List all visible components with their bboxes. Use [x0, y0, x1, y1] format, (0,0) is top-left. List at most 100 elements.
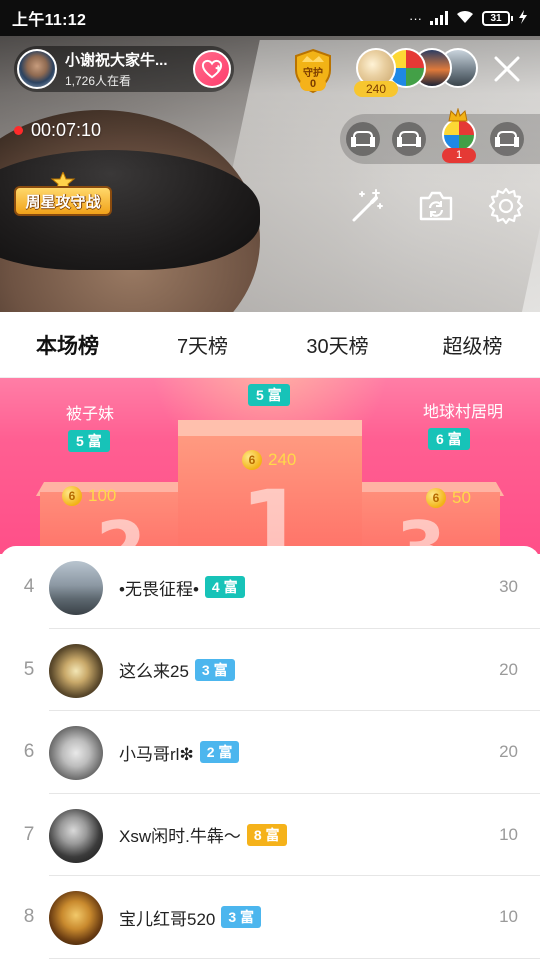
live-timer: 00:07:10 [14, 120, 101, 141]
list-score: 20 [499, 659, 518, 679]
magic-wand-icon [352, 189, 383, 222]
gear-icon [488, 187, 524, 225]
sofa-icon [351, 131, 375, 147]
recording-dot-icon [14, 126, 23, 135]
settings-button[interactable] [486, 186, 526, 226]
list-rank: 7 [23, 823, 35, 845]
beauty-button[interactable] [346, 186, 386, 226]
avatar[interactable] [49, 643, 103, 698]
list-user: 小马哥rl❇ 2 富 [119, 711, 240, 793]
divider [49, 957, 540, 959]
podium-third-score: 6 50 [426, 488, 471, 508]
rich-level-badge: 4 富 [204, 576, 245, 598]
rich-level-badge: 3 富 [221, 906, 262, 928]
charging-icon [518, 9, 528, 27]
list-user-name: 小马哥rl❇ [119, 744, 194, 764]
wifi-icon [456, 10, 474, 27]
coin-icon: 6 [62, 486, 82, 506]
list-score: 20 [499, 742, 518, 761]
avatar[interactable] [49, 891, 103, 945]
list-rank: 4 [23, 576, 35, 597]
close-icon [494, 56, 520, 82]
seat-slot-2[interactable] [392, 122, 426, 156]
weekly-star-badge[interactable]: 周星攻守战 [14, 172, 112, 220]
podium-third-rich-level: 6 富 [428, 428, 470, 450]
status-bar: 上午11:12 ··· 31 [0, 0, 540, 36]
viewer-count: 1,726人在看 [65, 74, 132, 88]
podium-second-score: 6 100 [62, 486, 116, 506]
sofa-icon [495, 131, 519, 147]
ranking-list: 4 •无畏征程• 4 富 30 5 这么来25 3 富 20 6 小马哥rl❇ … [0, 546, 540, 960]
list-user: Xsw闲时.牛犇～ 8 富 [119, 794, 287, 876]
list-item[interactable]: 5 这么来25 3 富 20 [0, 629, 540, 711]
seat-slot-1[interactable] [346, 122, 380, 156]
rich-level-badge: 8 富 [246, 823, 287, 846]
avatar[interactable] [49, 808, 103, 863]
host-text: 小谢祝大家牛... 1,726人在看 [65, 49, 185, 89]
avatar[interactable] [49, 561, 103, 615]
viewer-score-badge: 240 [354, 81, 398, 97]
podium-rank-1: 1 [240, 470, 307, 554]
coin-icon: 6 [242, 450, 262, 470]
list-user: •无畏征程• 4 富 [119, 546, 245, 628]
podium-third-score-value: 50 [452, 488, 471, 507]
tab-super[interactable]: 超级榜 [405, 312, 540, 377]
host-info-pill[interactable]: 小谢祝大家牛... 1,726人在看 [14, 46, 234, 92]
list-rank: 5 [23, 658, 35, 680]
list-user-name: 宝儿红哥520 [119, 909, 216, 929]
podium-first-score: 6 240 [242, 450, 296, 470]
battery-icon: 31 [482, 10, 513, 26]
battery-level: 31 [490, 12, 502, 24]
ranking-tabs: 本场榜 7天榜 30天榜 超级榜 [0, 312, 540, 378]
rich-level-badge: 3 富 [194, 658, 235, 681]
guard-count: 0 [300, 77, 326, 91]
list-item[interactable]: 6 小马哥rl❇ 2 富 20 [0, 711, 540, 794]
list-user: 这么来25 3 富 [119, 629, 235, 711]
seat-occupant-count: 1 [442, 148, 476, 163]
list-user-name: •无畏征程• [119, 579, 199, 599]
coin-icon: 6 [426, 488, 446, 508]
elapsed-time: 00:07:10 [31, 120, 102, 140]
tab-7-days[interactable]: 7天榜 [135, 312, 270, 377]
rich-level-badge: 2 富 [199, 741, 240, 763]
list-item[interactable]: 8 宝儿红哥520 3 富 10 [0, 876, 540, 959]
status-icons: ··· 31 [409, 9, 528, 27]
close-button[interactable] [490, 52, 524, 86]
list-user-name: Xsw闲时.牛犇～ [119, 827, 241, 846]
list-item[interactable]: 4 •无畏征程• 4 富 30 [0, 546, 540, 629]
podium-second-rich-level: 5 富 [68, 430, 110, 452]
list-score: 10 [499, 907, 518, 926]
host-avatar[interactable] [17, 49, 57, 89]
seat-slot-4[interactable] [490, 122, 524, 156]
more-dots-icon: ··· [409, 10, 422, 26]
camera-switch-icon [419, 191, 453, 221]
podium-first-rich-level: 5 富 [248, 384, 290, 406]
podium-second-score-value: 100 [88, 486, 117, 505]
podium-first-score-value: 240 [268, 450, 297, 469]
seat-occupant-avatar[interactable] [442, 118, 476, 152]
weekly-star-label: 周星攻守战 [14, 186, 112, 216]
podium-second-name[interactable]: 被子妹 [15, 400, 165, 424]
tab-30-days[interactable]: 30天榜 [270, 312, 405, 377]
heart-plus-icon [201, 59, 223, 79]
podium-third-name[interactable]: 地球村居明 [388, 398, 538, 422]
list-item[interactable]: 7 Xsw闲时.牛犇～ 8 富 10 [0, 794, 540, 876]
list-score: 30 [499, 577, 518, 596]
host-name: 小谢祝大家牛... [65, 52, 168, 69]
seat-bar: 1 [340, 108, 540, 164]
sofa-icon [397, 131, 421, 147]
list-rank: 6 [23, 741, 35, 762]
status-time: 上午11:12 [12, 12, 87, 29]
list-score: 10 [499, 824, 518, 844]
list-user: 宝儿红哥520 3 富 [119, 876, 262, 958]
tab-this-session[interactable]: 本场榜 [0, 312, 135, 377]
top-viewers[interactable]: 240 [354, 48, 478, 97]
follow-button[interactable] [193, 50, 231, 88]
signal-icon [430, 11, 448, 25]
switch-camera-button[interactable] [416, 186, 456, 226]
crown-icon [448, 108, 468, 122]
podium: 1 2 3 被子妹 地球村居明 5 富 5 富 6 富 6 240 6 100 … [0, 378, 540, 554]
avatar[interactable] [49, 726, 103, 780]
list-user-name: 这么来25 [119, 662, 189, 681]
list-rank: 8 [23, 906, 35, 927]
